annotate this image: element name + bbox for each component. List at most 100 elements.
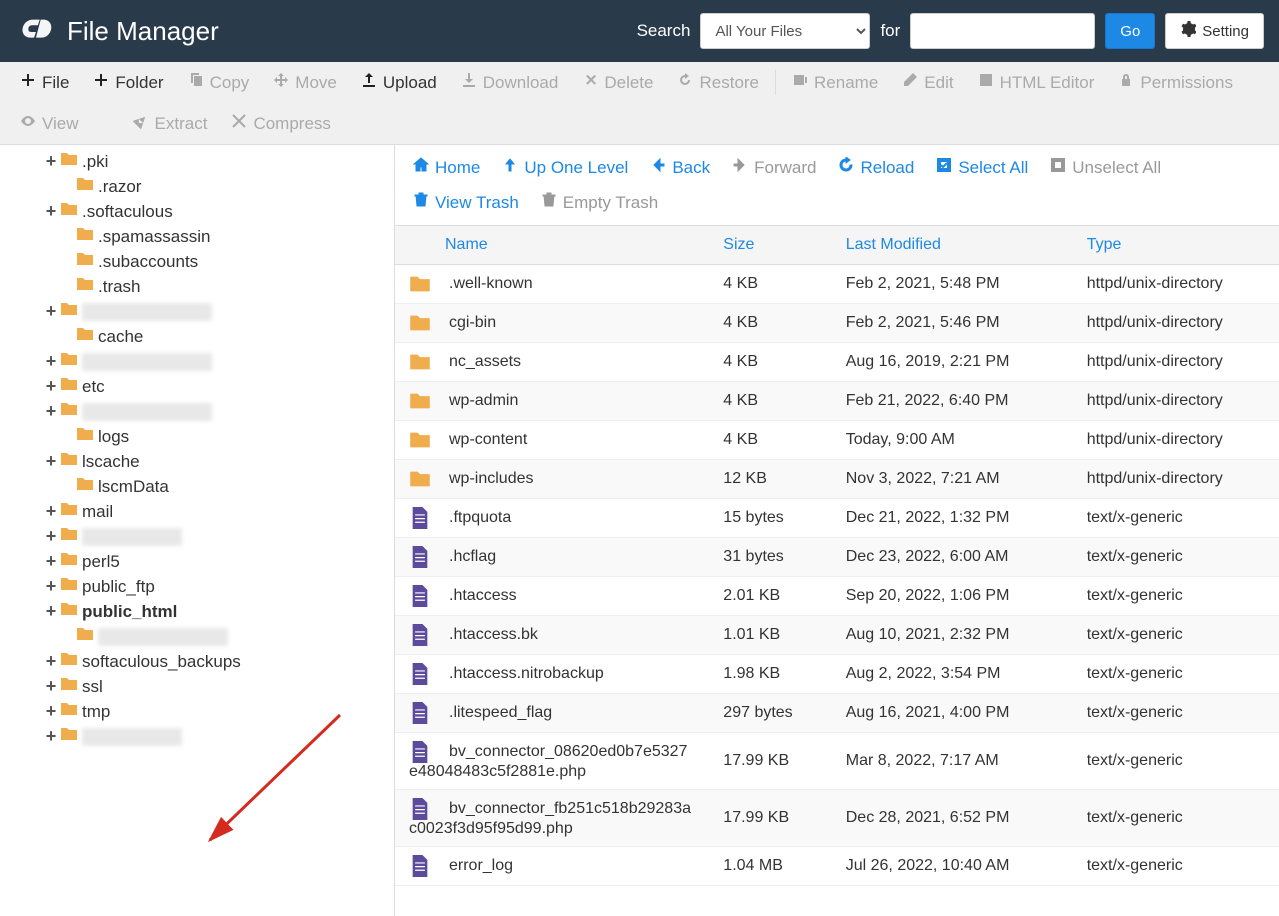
expand-icon[interactable]: + bbox=[44, 651, 58, 672]
folder-icon bbox=[60, 401, 78, 422]
ct-select-all-button[interactable]: Select All bbox=[936, 157, 1028, 178]
tree-item[interactable]: lscmData bbox=[0, 474, 394, 499]
file-size: 31 bytes bbox=[709, 538, 831, 577]
toolbar-file-button[interactable]: File bbox=[8, 62, 81, 103]
expand-icon[interactable]: + bbox=[44, 601, 58, 622]
tree-item[interactable]: +public_ftp bbox=[0, 574, 394, 599]
expand-icon[interactable]: + bbox=[44, 451, 58, 472]
column-header[interactable]: Type bbox=[1073, 226, 1279, 265]
table-row[interactable]: .htaccess2.01 KBSep 20, 2022, 1:06 PMtex… bbox=[395, 577, 1279, 616]
file-size: 2.01 KB bbox=[709, 577, 831, 616]
tree-item[interactable]: logs bbox=[0, 424, 394, 449]
expand-icon[interactable]: + bbox=[44, 701, 58, 722]
folder-icon bbox=[76, 251, 94, 272]
column-header[interactable]: Name bbox=[395, 226, 709, 265]
redacted-label bbox=[82, 403, 212, 421]
toolbar-html-editor-button: HTML Editor bbox=[966, 62, 1107, 103]
toolbar-item-label: Permissions bbox=[1140, 73, 1233, 93]
column-header[interactable]: Size bbox=[709, 226, 831, 265]
for-label: for bbox=[880, 21, 900, 41]
table-row[interactable]: error_log1.04 MBJul 26, 2022, 10:40 AMte… bbox=[395, 847, 1279, 886]
search-scope-select[interactable]: All Your Files bbox=[700, 13, 870, 49]
table-row[interactable]: .ftpquota15 bytesDec 21, 2022, 1:32 PMte… bbox=[395, 499, 1279, 538]
expand-icon[interactable]: + bbox=[44, 676, 58, 697]
toolbar-upload-button[interactable]: Upload bbox=[349, 62, 449, 103]
expand-icon[interactable]: + bbox=[44, 376, 58, 397]
folder-icon bbox=[60, 726, 78, 747]
tree-item[interactable]: +perl5 bbox=[0, 549, 394, 574]
tree-item[interactable]: +.pki bbox=[0, 149, 394, 174]
expand-icon[interactable]: + bbox=[44, 301, 58, 322]
ct-back-button[interactable]: Back bbox=[650, 157, 710, 178]
ct-item-label: Select All bbox=[958, 158, 1028, 178]
reload-icon bbox=[838, 157, 854, 178]
file-icon bbox=[409, 855, 431, 877]
tree-item[interactable]: +public_html bbox=[0, 599, 394, 624]
table-row[interactable]: nc_assets4 KBAug 16, 2019, 2:21 PMhttpd/… bbox=[395, 343, 1279, 382]
toolbar-item-label: HTML Editor bbox=[1000, 73, 1095, 93]
table-row[interactable]: .hcflag31 bytesDec 23, 2022, 6:00 AMtext… bbox=[395, 538, 1279, 577]
tree-item[interactable]: +lscache bbox=[0, 449, 394, 474]
table-row[interactable]: .litespeed_flag297 bytesAug 16, 2021, 4:… bbox=[395, 694, 1279, 733]
tree-item[interactable]: cache bbox=[0, 324, 394, 349]
tree-item[interactable] bbox=[0, 624, 394, 649]
table-row[interactable]: .htaccess.bk1.01 KBAug 10, 2021, 2:32 PM… bbox=[395, 616, 1279, 655]
expand-icon[interactable]: + bbox=[44, 726, 58, 747]
expand-icon[interactable]: + bbox=[44, 526, 58, 547]
tree-item[interactable]: .subaccounts bbox=[0, 249, 394, 274]
expand-icon[interactable]: + bbox=[44, 151, 58, 172]
table-row[interactable]: wp-admin4 KBFeb 21, 2022, 6:40 PMhttpd/u… bbox=[395, 382, 1279, 421]
tree-item[interactable]: + bbox=[0, 724, 394, 749]
tree-item[interactable]: +etc bbox=[0, 374, 394, 399]
table-row[interactable]: .htaccess.nitrobackup1.98 KBAug 2, 2022,… bbox=[395, 655, 1279, 694]
tree-item[interactable]: +softaculous_backups bbox=[0, 649, 394, 674]
folder-icon bbox=[409, 273, 431, 295]
expand-icon[interactable]: + bbox=[44, 576, 58, 597]
table-row[interactable]: .well-known4 KBFeb 2, 2021, 5:48 PMhttpd… bbox=[395, 265, 1279, 304]
toolbar-permissions-button: Permissions bbox=[1106, 62, 1245, 103]
restore-icon bbox=[677, 72, 693, 93]
ct-view-trash-button[interactable]: View Trash bbox=[413, 192, 519, 213]
plus-icon bbox=[20, 72, 36, 93]
tree-item[interactable]: +tmp bbox=[0, 699, 394, 724]
tree-item[interactable]: +.softaculous bbox=[0, 199, 394, 224]
file-modified: Aug 2, 2022, 3:54 PM bbox=[832, 655, 1073, 694]
file-type: text/x-generic bbox=[1073, 655, 1279, 694]
folder-icon bbox=[76, 426, 94, 447]
file-type: httpd/unix-directory bbox=[1073, 421, 1279, 460]
column-header[interactable]: Last Modified bbox=[832, 226, 1073, 265]
tree-item[interactable]: + bbox=[0, 524, 394, 549]
expand-icon[interactable]: + bbox=[44, 551, 58, 572]
tree-item[interactable]: .razor bbox=[0, 174, 394, 199]
file-modified: Nov 3, 2022, 7:21 AM bbox=[832, 460, 1073, 499]
table-row[interactable]: bv_connector_fb251c518b29283ac0023f3d95f… bbox=[395, 790, 1279, 847]
tree-item[interactable]: +ssl bbox=[0, 674, 394, 699]
settings-button[interactable]: Setting bbox=[1165, 13, 1264, 49]
forward-icon bbox=[732, 157, 748, 178]
file-size: 1.98 KB bbox=[709, 655, 831, 694]
tree-item[interactable]: + bbox=[0, 399, 394, 424]
table-row[interactable]: bv_connector_08620ed0b7e5327e48048483c5f… bbox=[395, 733, 1279, 790]
tree-item[interactable]: + bbox=[0, 299, 394, 324]
tree-item[interactable]: + bbox=[0, 349, 394, 374]
table-row[interactable]: wp-includes12 KBNov 3, 2022, 7:21 AMhttp… bbox=[395, 460, 1279, 499]
expand-icon[interactable]: + bbox=[44, 351, 58, 372]
tree-item[interactable]: .trash bbox=[0, 274, 394, 299]
tree-item[interactable]: +mail bbox=[0, 499, 394, 524]
tree-item[interactable]: .spamassassin bbox=[0, 224, 394, 249]
table-row[interactable]: wp-content4 KBToday, 9:00 AMhttpd/unix-d… bbox=[395, 421, 1279, 460]
tree-item-label: .razor bbox=[98, 177, 141, 197]
go-button[interactable]: Go bbox=[1105, 13, 1155, 49]
search-input[interactable] bbox=[910, 13, 1095, 49]
redacted-label bbox=[82, 303, 212, 321]
ct-home-button[interactable]: Home bbox=[413, 157, 480, 178]
toolbar-folder-button[interactable]: Folder bbox=[81, 62, 175, 103]
selectall-icon bbox=[936, 157, 952, 178]
ct-reload-button[interactable]: Reload bbox=[838, 157, 914, 178]
expand-icon[interactable]: + bbox=[44, 201, 58, 222]
expand-icon[interactable]: + bbox=[44, 501, 58, 522]
table-row[interactable]: cgi-bin4 KBFeb 2, 2021, 5:46 PMhttpd/uni… bbox=[395, 304, 1279, 343]
expand-icon[interactable]: + bbox=[44, 401, 58, 422]
file-name: cgi-bin bbox=[449, 314, 496, 331]
ct-up-one-level-button[interactable]: Up One Level bbox=[502, 157, 628, 178]
